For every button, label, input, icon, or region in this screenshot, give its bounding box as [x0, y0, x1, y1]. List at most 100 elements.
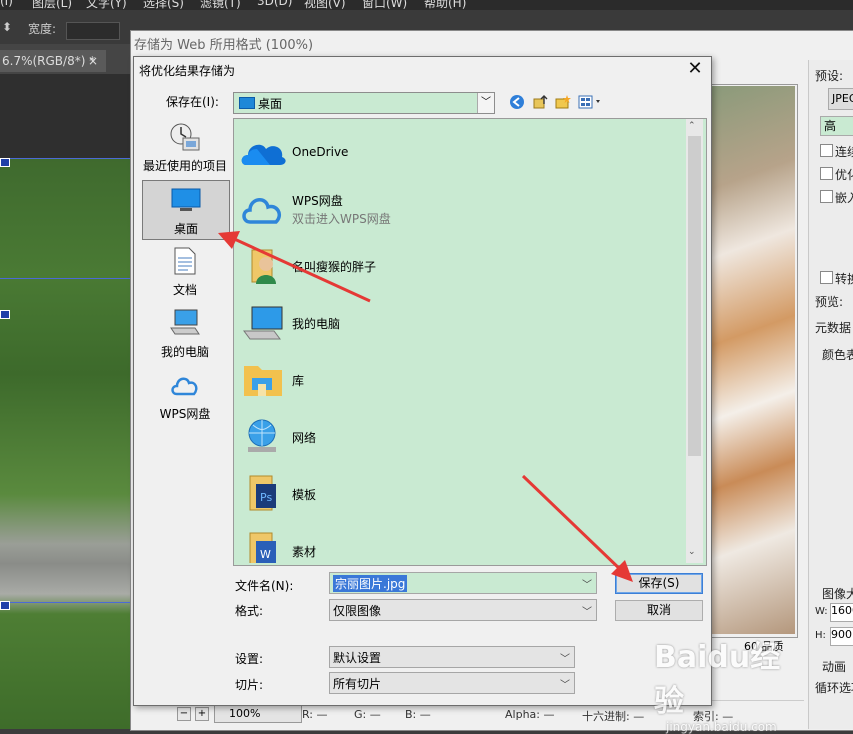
zoom-value: 100%	[229, 707, 261, 720]
hex-readout: 十六进制: —	[582, 710, 645, 723]
ps-canvas[interactable]	[0, 74, 130, 729]
width-input[interactable]	[66, 22, 120, 40]
height-field[interactable]: 900	[830, 627, 853, 646]
file-item[interactable]: 网络	[238, 411, 678, 461]
height-value: 900	[831, 628, 852, 641]
place-recent[interactable]: 最近使用的项目	[142, 118, 228, 176]
format-value: JPEG	[832, 92, 853, 105]
desktop-icon	[171, 188, 201, 211]
settings-value: 默认设置	[333, 651, 382, 665]
file-name: OneDrive	[292, 145, 349, 159]
file-item[interactable]: 库	[238, 354, 678, 404]
embed-checkbox[interactable]	[820, 190, 833, 203]
new-folder-icon[interactable]	[555, 94, 571, 110]
watermark-sub: jingyan.baidu.com	[666, 720, 777, 734]
r-readout: R: —	[302, 708, 328, 721]
menu-item[interactable]: 3D(D)	[257, 0, 292, 8]
menu-item[interactable]: 滤镜(T)	[200, 0, 241, 10]
scrollbar-thumb[interactable]	[688, 136, 701, 456]
baidu-watermark: Baidu经验 jingyan.baidu.com	[654, 632, 804, 734]
progressive-label: 连续	[835, 145, 853, 159]
document-icon	[174, 247, 196, 275]
width-value: 1600	[831, 604, 853, 617]
menu-item[interactable]: 选择(S)	[143, 0, 184, 10]
settings-select[interactable]: 默认设置 ﹀	[329, 646, 575, 668]
zoom-out-button[interactable]: −	[177, 707, 191, 721]
up-folder-icon[interactable]	[532, 94, 548, 110]
menu-item[interactable]: 视图(V)	[304, 0, 346, 10]
place-label: 最近使用的项目	[142, 159, 227, 173]
embed-label: 嵌入	[835, 191, 853, 205]
save-in-value: 桌面	[258, 97, 283, 111]
scroll-up-icon[interactable]: ⌃	[688, 121, 696, 131]
filename-label: 文件名(N):	[235, 579, 294, 593]
convert-label: 转换	[835, 272, 853, 286]
cancel-button[interactable]: 取消	[615, 600, 703, 621]
menu-item[interactable]: 窗口(W)	[362, 0, 407, 10]
guide-line	[0, 278, 130, 279]
library-icon	[244, 366, 282, 396]
doc-tab[interactable]: 6.7%(RGB/8*) * ×	[0, 50, 106, 72]
guide-line	[0, 158, 130, 159]
menu-item[interactable]: (I)	[0, 0, 13, 8]
preview-image[interactable]	[708, 86, 795, 634]
recent-icon	[170, 123, 200, 151]
format-value: 仅限图像	[333, 604, 382, 618]
annotation-arrow-icon	[521, 474, 633, 582]
zoom-select[interactable]: 100%	[214, 705, 302, 723]
material-folder-icon: W	[249, 532, 276, 563]
zoom-in-button[interactable]: +	[195, 707, 209, 721]
optimized-checkbox[interactable]	[820, 167, 833, 180]
slices-value: 所有切片	[333, 677, 382, 691]
network-icon	[248, 419, 276, 452]
doc-tab-label: 6.7%(RGB/8*) *	[2, 54, 96, 68]
place-label: WPS网盘	[159, 407, 211, 421]
chevron-down-icon: ﹀	[477, 93, 494, 113]
slices-select[interactable]: 所有切片 ﹀	[329, 672, 575, 694]
format-select[interactable]: 仅限图像 ﹀	[329, 599, 597, 621]
chevron-down-icon: ﹀	[582, 607, 592, 618]
option-spinner-icon[interactable]: ⬍	[2, 20, 12, 34]
settings-label: 设置:	[235, 652, 264, 666]
chevron-down-icon: ﹀	[560, 680, 570, 691]
format-label: 格式:	[235, 604, 264, 618]
save-in-label: 保存在(I):	[166, 95, 219, 109]
computer-icon	[170, 309, 200, 335]
view-menu-icon[interactable]	[578, 94, 604, 110]
metadata-label: 元数据	[815, 321, 852, 335]
place-label: 我的电脑	[160, 345, 209, 359]
annotation-arrow-icon	[218, 231, 371, 303]
width-field[interactable]: 1600	[830, 603, 853, 622]
width-label: 宽度:	[28, 22, 57, 36]
loop-label: 循环选项	[815, 681, 853, 695]
dialog-title: 将优化结果存储为	[139, 64, 236, 78]
scroll-down-icon[interactable]: ⌄	[688, 547, 696, 557]
svg-text:Ps: Ps	[260, 491, 272, 504]
wps-cloud-icon	[242, 198, 281, 224]
chevron-down-icon: ﹀	[560, 654, 570, 665]
place-wps-cloud[interactable]: WPS网盘	[142, 366, 228, 424]
progressive-checkbox[interactable]	[820, 144, 833, 157]
file-item[interactable]: OneDrive	[238, 127, 678, 177]
back-icon[interactable]	[509, 94, 525, 110]
close-button[interactable]: ✕	[684, 59, 706, 81]
save-in-select[interactable]: 桌面 ﹀	[233, 92, 495, 114]
format-select[interactable]: JPEG	[828, 88, 853, 110]
quality-value: 高	[824, 119, 837, 133]
optimized-label: 优化	[835, 168, 853, 182]
alpha-readout: Alpha: —	[505, 708, 555, 721]
menu-item[interactable]: 文字(Y)	[86, 0, 127, 10]
file-name: 模板	[292, 488, 317, 502]
preset-label: 预设:	[815, 69, 844, 83]
guide-line	[0, 602, 130, 603]
convert-checkbox[interactable]	[820, 271, 833, 284]
cloud-icon	[171, 377, 198, 396]
menu-item[interactable]: 帮助(H)	[424, 0, 466, 10]
web-dialog-title: 存储为 Web 所用格式 (100%)	[134, 38, 314, 53]
slices-label: 切片:	[235, 678, 264, 692]
tab-close-icon[interactable]: ×	[88, 50, 98, 72]
image-size-label: 图像大小	[822, 587, 853, 601]
quality-select[interactable]: 高	[820, 116, 853, 136]
menu-item[interactable]: 图层(L)	[32, 0, 72, 10]
slice-marker-icon	[0, 601, 10, 610]
